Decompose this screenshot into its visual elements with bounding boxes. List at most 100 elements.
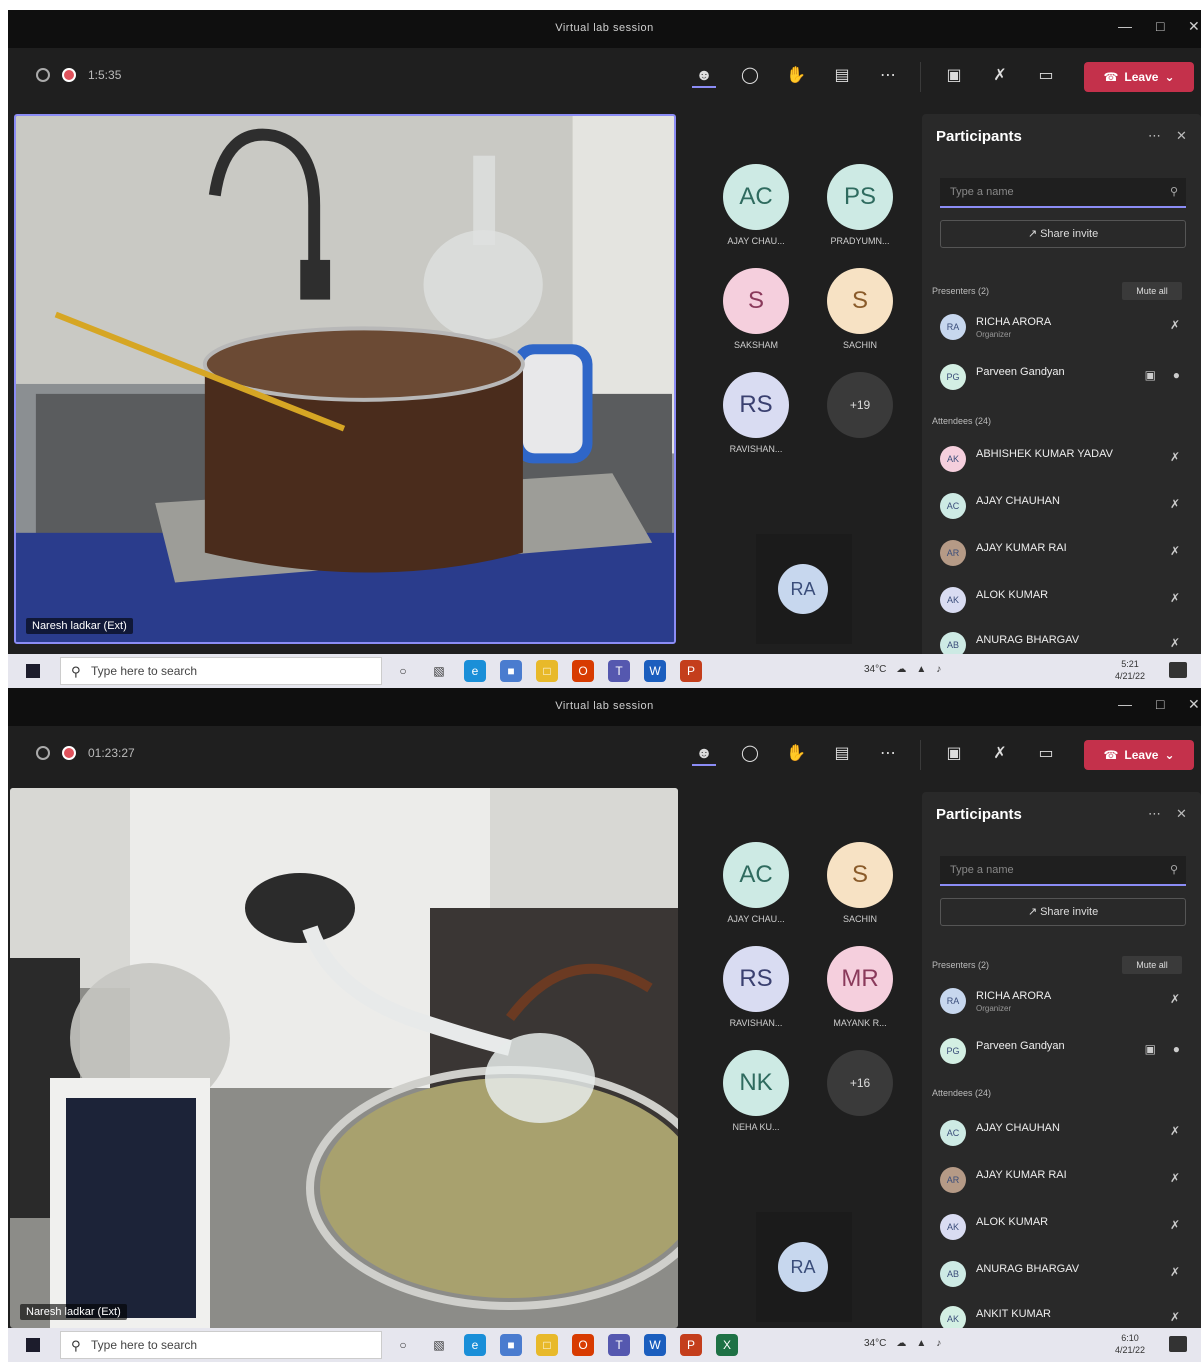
office-icon[interactable]: O xyxy=(572,660,594,682)
speaker-tile[interactable]: RA xyxy=(756,534,852,644)
attendees-section[interactable]: Attendees (24) xyxy=(932,1088,991,1098)
taskbar-search-input[interactable]: ⚲ Type here to search xyxy=(60,657,382,685)
powerpoint-icon[interactable]: P xyxy=(680,660,702,682)
search-input[interactable]: Type a name ⚲ xyxy=(940,856,1186,886)
store-icon[interactable]: ■ xyxy=(500,1334,522,1356)
speaker-tile[interactable]: RA xyxy=(756,1212,852,1322)
close-icon[interactable]: ✕ xyxy=(1176,806,1187,822)
minimize-icon[interactable]: — xyxy=(1118,696,1132,712)
participant-tile[interactable]: NK NEHA KU... xyxy=(704,1050,808,1132)
mute-all-button[interactable]: Mute all xyxy=(1122,956,1182,974)
search-input[interactable]: Type a name ⚲ xyxy=(940,178,1186,208)
edge-icon[interactable]: e xyxy=(464,660,486,682)
taskbar-search-input[interactable]: ⚲ Type here to search xyxy=(60,1331,382,1359)
windows-start-icon[interactable] xyxy=(26,1338,40,1352)
camera-off-icon[interactable]: ▣ xyxy=(942,742,966,766)
clock[interactable]: 5:21 4/21/22 xyxy=(1115,658,1145,682)
people-icon[interactable]: ☻ xyxy=(692,742,716,766)
participant-row[interactable]: PG Parveen Gandyan ▣ ● xyxy=(940,1032,1188,1068)
leave-button[interactable]: ☎ Leave ⌄ xyxy=(1084,62,1194,92)
close-icon[interactable]: ✕ xyxy=(1188,18,1200,35)
participant-tile[interactable]: S SAKSHAM xyxy=(704,268,808,350)
participant-row[interactable]: AC AJAY CHAUHAN ✗ xyxy=(940,1114,1188,1150)
presenters-section[interactable]: Presenters (2) xyxy=(932,960,989,970)
participant-tile[interactable]: AC AJAY CHAU... xyxy=(704,842,808,924)
participant-row[interactable]: AK ABHISHEK KUMAR YADAV ✗ xyxy=(940,440,1188,476)
mic-off-icon[interactable]: ✗ xyxy=(988,742,1012,766)
shared-video[interactable]: Naresh ladkar (Ext) xyxy=(10,788,678,1328)
network-icon[interactable]: ▲ xyxy=(916,664,926,675)
teams-icon[interactable]: T xyxy=(608,660,630,682)
participant-row[interactable]: RA RICHA ARORA Organizer ✗ xyxy=(940,982,1188,1018)
participant-tile[interactable]: S SACHIN xyxy=(808,268,912,350)
participant-row[interactable]: RA RICHA ARORA Organizer ✗ xyxy=(940,308,1188,344)
raise-hand-icon[interactable]: ✋ xyxy=(784,64,808,88)
cortana-icon[interactable]: ○ xyxy=(392,660,414,682)
store-icon[interactable]: ■ xyxy=(500,660,522,682)
leave-button[interactable]: ☎ Leave ⌄ xyxy=(1084,740,1194,770)
participant-tile[interactable]: PS PRADYUMN... xyxy=(808,164,912,246)
mic-off-icon[interactable]: ✗ xyxy=(988,64,1012,88)
word-icon[interactable]: W xyxy=(644,660,666,682)
mute-all-button[interactable]: Mute all xyxy=(1122,282,1182,300)
windows-start-icon[interactable] xyxy=(26,664,40,678)
participant-tile[interactable]: RS RAVISHAN... xyxy=(704,372,808,454)
participant-row[interactable]: AC AJAY CHAUHAN ✗ xyxy=(940,487,1188,523)
weather-text[interactable]: 34°C xyxy=(864,1338,886,1349)
share-invite-button[interactable]: ↗ Share invite xyxy=(940,220,1186,248)
folder-icon[interactable]: □ xyxy=(536,660,558,682)
more-icon[interactable]: ⋯ xyxy=(1148,806,1161,822)
chat-icon[interactable]: ◯ xyxy=(738,64,762,88)
people-icon[interactable]: ☻ xyxy=(692,64,716,88)
close-icon[interactable]: ✕ xyxy=(1188,696,1200,713)
volume-icon[interactable]: ♪ xyxy=(936,664,941,675)
participant-tile[interactable]: S SACHIN xyxy=(808,842,912,924)
task-view-icon[interactable]: ▧ xyxy=(428,1334,450,1356)
powerpoint-icon[interactable]: P xyxy=(680,1334,702,1356)
maximize-icon[interactable]: □ xyxy=(1156,696,1164,712)
participant-row[interactable]: AK ALOK KUMAR ✗ xyxy=(940,581,1188,617)
participant-row[interactable]: AK ALOK KUMAR ✗ xyxy=(940,1208,1188,1244)
participant-tile[interactable]: AC AJAY CHAU... xyxy=(704,164,808,246)
volume-icon[interactable]: ♪ xyxy=(936,1338,941,1349)
word-icon[interactable]: W xyxy=(644,1334,666,1356)
participant-row[interactable]: PG Parveen Gandyan ▣ ● xyxy=(940,358,1188,394)
maximize-icon[interactable]: □ xyxy=(1156,18,1164,34)
cloud-icon[interactable]: ☁ xyxy=(896,664,906,675)
more-icon[interactable]: ⋯ xyxy=(876,64,900,88)
participant-row[interactable]: AB ANURAG BHARGAV ✗ xyxy=(940,1255,1188,1291)
more-icon[interactable]: ⋯ xyxy=(1148,128,1161,144)
more-participants-tile[interactable]: +19 xyxy=(808,372,912,438)
clock[interactable]: 6:10 4/21/22 xyxy=(1115,1332,1145,1356)
office-icon[interactable]: O xyxy=(572,1334,594,1356)
shared-video[interactable]: Naresh ladkar (Ext) xyxy=(14,114,676,644)
network-icon[interactable]: ▲ xyxy=(916,1338,926,1349)
chevron-down-icon[interactable]: ⌄ xyxy=(1164,748,1174,762)
task-view-icon[interactable]: ▧ xyxy=(428,660,450,682)
presenters-section[interactable]: Presenters (2) xyxy=(932,286,989,296)
close-icon[interactable]: ✕ xyxy=(1176,128,1187,144)
minimize-icon[interactable]: — xyxy=(1118,18,1132,34)
participant-row[interactable]: AR AJAY KUMAR RAI ✗ xyxy=(940,1161,1188,1197)
chat-icon[interactable]: ◯ xyxy=(738,742,762,766)
cortana-icon[interactable]: ○ xyxy=(392,1334,414,1356)
share-screen-icon[interactable]: ▭ xyxy=(1034,64,1058,88)
chevron-down-icon[interactable]: ⌄ xyxy=(1164,70,1174,84)
notification-icon[interactable] xyxy=(1169,662,1187,678)
folder-icon[interactable]: □ xyxy=(536,1334,558,1356)
more-participants-tile[interactable]: +16 xyxy=(808,1050,912,1116)
cloud-icon[interactable]: ☁ xyxy=(896,1338,906,1349)
more-icon[interactable]: ⋯ xyxy=(876,742,900,766)
camera-off-icon[interactable]: ▣ xyxy=(942,64,966,88)
weather-text[interactable]: 34°C xyxy=(864,664,886,675)
raise-hand-icon[interactable]: ✋ xyxy=(784,742,808,766)
attendees-section[interactable]: Attendees (24) xyxy=(932,416,991,426)
view-icon[interactable]: ▤ xyxy=(830,742,854,766)
participant-tile[interactable]: RS RAVISHAN... xyxy=(704,946,808,1028)
view-icon[interactable]: ▤ xyxy=(830,64,854,88)
participant-tile[interactable]: MR MAYANK R... xyxy=(808,946,912,1028)
share-invite-button[interactable]: ↗ Share invite xyxy=(940,898,1186,926)
notification-icon[interactable] xyxy=(1169,1336,1187,1352)
edge-icon[interactable]: e xyxy=(464,1334,486,1356)
share-screen-icon[interactable]: ▭ xyxy=(1034,742,1058,766)
